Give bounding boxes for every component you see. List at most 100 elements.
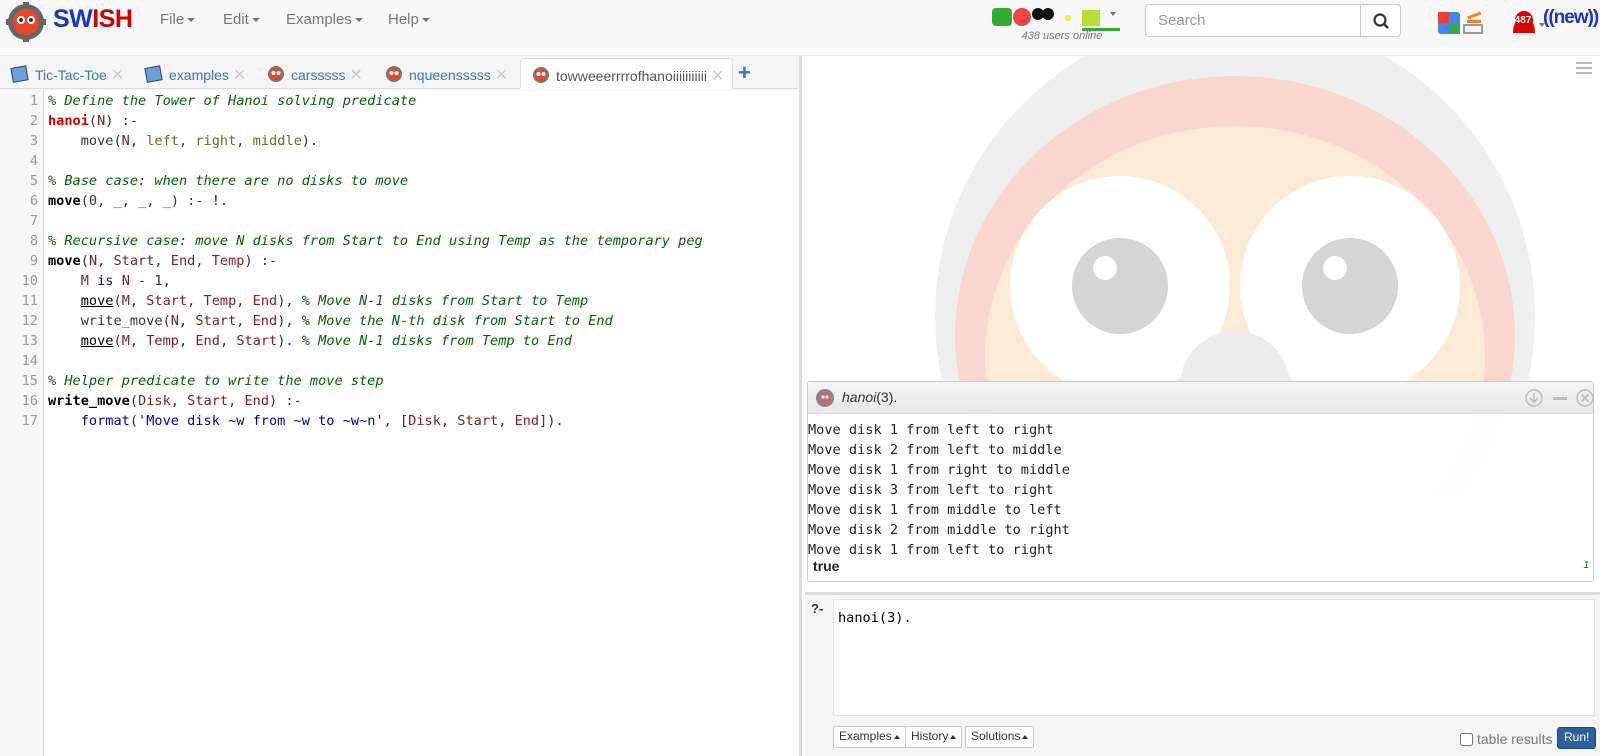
tab-nqueensssss[interactable]: nqueensssss ✕ [374, 58, 508, 89]
close-icon[interactable]: ✕ [711, 68, 724, 85]
query-editor[interactable]: hanoi(3). [833, 599, 1595, 716]
code-line-4: 4 [29, 153, 38, 169]
run-button[interactable]: Run! [1557, 727, 1597, 749]
notebook-icon [10, 65, 29, 83]
examples-button-label: Examples [839, 729, 892, 743]
output-line: Move disk 2 from middle to right [808, 522, 1070, 538]
runner-query-args: (3). [876, 389, 898, 405]
swish-logo-icon[interactable] [4, 2, 48, 42]
code-line-2: 2 hanoi(N) :- [29, 113, 139, 129]
output-line: Move disk 1 from left to right [808, 422, 1054, 438]
tab-carsssss[interactable]: carsssss ✕ [256, 58, 363, 89]
tab-label: towweeerrrrofhanoiiiiiiiiiii [556, 68, 707, 84]
caret-up-icon [1022, 734, 1029, 739]
menu-edit-label: Edit [223, 11, 249, 28]
code-line-16: 16 write_move(Disk, Start, End) :- [21, 393, 302, 409]
close-icon[interactable] [1575, 388, 1595, 408]
user-avatar-icon [1082, 10, 1100, 26]
code-line-7: 7 [29, 213, 38, 229]
code-line-5: 5% Base case: when there are no disks to… [29, 173, 409, 189]
close-icon[interactable]: ✕ [495, 67, 508, 84]
output-line: Move disk 1 from right to middle [808, 462, 1070, 478]
gear-icon [816, 389, 834, 407]
brand-part-ish: ISH [92, 5, 133, 33]
download-icon[interactable] [1524, 388, 1544, 408]
answer-count: 1 [1583, 560, 1589, 571]
google-login-icon [1438, 12, 1460, 34]
left-pane: Tic-Tac-Toe ✕ examples ✕ carsssss ✕ nqueens… [0, 56, 802, 756]
code-line-13: 13 move(M, Temp, End, Start). % Move N-1… [21, 333, 572, 349]
brand-part-sw: SW [53, 5, 93, 33]
table-results-label: table results [1477, 731, 1553, 747]
close-icon[interactable]: ✕ [111, 67, 124, 84]
answer-value: true [813, 558, 840, 574]
output-line: Move disk 2 from left to middle [808, 442, 1062, 458]
close-icon[interactable]: ✕ [349, 67, 362, 84]
code-line-9: 9 move(N, Start, End, Temp) :- [29, 253, 278, 269]
tab-label: examples [169, 67, 229, 83]
menu-examples-label: Examples [286, 11, 352, 28]
menu-help[interactable]: Help [388, 11, 430, 28]
caret-down-icon [251, 18, 260, 23]
tab-label: Tic-Tac-Toe [35, 67, 107, 83]
code-editor[interactable]: 1% Define the Tower of Hanoi solving pre… [0, 90, 799, 756]
notebook-icon [144, 65, 163, 83]
close-icon[interactable]: ✕ [233, 67, 246, 84]
code-line-3: 3 move(N, left, right, middle). [29, 133, 319, 149]
swish-program-icon [533, 67, 549, 83]
menu-examples[interactable]: Examples [286, 11, 363, 28]
code-line-8: 8% Recursive case: move N disks from Sta… [29, 233, 703, 249]
top-navbar: SWISH File Edit Examples Help 438 users … [0, 0, 1600, 56]
code-line-6: 6 move(0, _, _, _) :- !. [29, 193, 229, 209]
hamburger-menu-icon[interactable] [1576, 62, 1592, 76]
code-line-12: 12 write_move(N, Start, End), % Move the… [21, 313, 613, 329]
tab-label: carsssss [291, 67, 346, 83]
new-link[interactable]: ((new)) [1543, 7, 1599, 29]
history-button-label: History [911, 729, 949, 743]
online-users-avatars[interactable] [992, 4, 1132, 32]
query-pane: ?- hanoi(3). Examples History Solutions … [805, 592, 1600, 756]
menu-help-label: Help [388, 11, 419, 28]
users-online-count: 438 users online [1021, 30, 1103, 42]
history-dropdown-button[interactable]: History [905, 726, 963, 748]
stackoverflow-icon [1463, 11, 1483, 34]
menu-file-label: File [160, 11, 185, 28]
caret-down-icon [187, 18, 196, 23]
code-line-11: 11 move(M, Start, Temp, End), % Move N-1… [21, 293, 589, 309]
tab-towweeerrrrofhanoi[interactable]: towweeerrrrofhanoiiiiiiiiiii ✕ [520, 58, 733, 89]
search-button[interactable] [1360, 4, 1401, 37]
solutions-dropdown-button[interactable]: Solutions [965, 726, 1035, 748]
tab-label: nqueensssss [409, 67, 491, 83]
user-avatar-icon [1013, 8, 1031, 26]
table-results-toggle[interactable]: table results [1460, 731, 1552, 747]
solutions-button-label: Solutions [971, 729, 1021, 743]
menu-file[interactable]: File [160, 11, 196, 28]
caret-down-icon [354, 18, 363, 23]
runner-query-pred: hanoi [842, 389, 877, 405]
search-icon [1373, 13, 1389, 29]
search-input[interactable] [1145, 4, 1361, 37]
add-tab-button[interactable]: + [738, 60, 751, 86]
output-line: Move disk 1 from left to right [808, 542, 1054, 558]
brand-title[interactable]: SWISH [53, 5, 133, 34]
examples-dropdown-button[interactable]: Examples [833, 726, 906, 748]
runner-output: Move disk 1 from left to right Move disk… [808, 420, 1593, 560]
tab-tic-tac-toe[interactable]: Tic-Tac-Toe ✕ [0, 58, 124, 89]
caret-down-icon [1110, 12, 1116, 16]
runner-query-text: hanoi(3). [842, 389, 897, 405]
runner-header: hanoi(3). [808, 382, 1595, 414]
table-results-checkbox[interactable] [1460, 733, 1473, 746]
code-line-10: 10 M is N - 1, [21, 273, 171, 289]
minimize-icon[interactable] [1550, 388, 1570, 408]
caret-up-icon [893, 734, 900, 739]
swish-program-icon [386, 66, 402, 82]
code-line-1: 1% Define the Tower of Hanoi solving pre… [29, 93, 417, 109]
tab-examples[interactable]: examples ✕ [134, 58, 246, 89]
user-avatar-icon [992, 8, 1012, 26]
menu-edit[interactable]: Edit [223, 11, 260, 28]
notification-count: 487 [1514, 15, 1532, 26]
caret-down-icon [421, 18, 430, 23]
query-runner: hanoi(3). Move disk 1 from left to right… [807, 381, 1594, 582]
code-line-17: 17 format('Move disk ~w from ~w to ~w~n'… [21, 413, 564, 429]
user-avatar-icon [1065, 15, 1071, 21]
